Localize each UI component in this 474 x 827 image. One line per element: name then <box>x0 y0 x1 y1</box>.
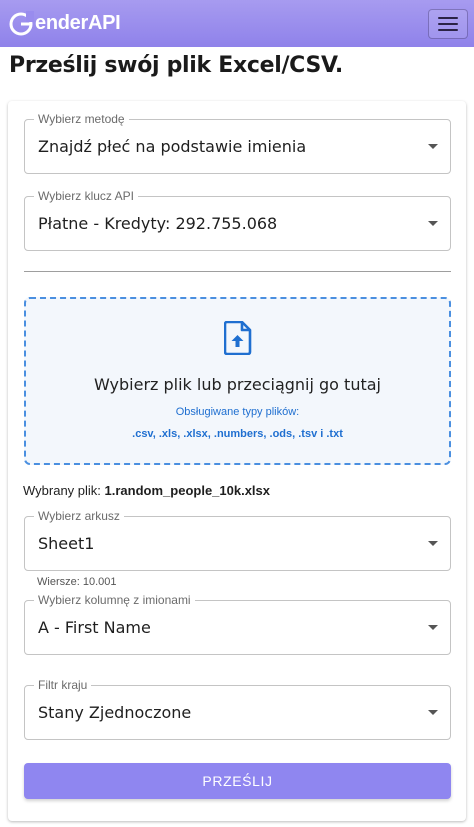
selected-file-name: 1.random_people_10k.xlsx <box>104 483 271 498</box>
menu-line <box>438 28 458 31</box>
dropdown-arrow-icon <box>428 710 438 715</box>
country-filter-value: Stany Zjednoczone <box>38 703 192 722</box>
dropdown-arrow-icon <box>428 144 438 149</box>
genderapi-logo[interactable]: enderAPI <box>8 10 121 37</box>
dropdown-arrow-icon <box>428 221 438 226</box>
api-key-select[interactable]: Wybierz klucz API Płatne - Kredyty: 292.… <box>24 188 451 251</box>
menu-line <box>438 22 458 25</box>
dropdown-arrow-icon <box>428 541 438 546</box>
name-column-select-value: A - First Name <box>38 618 151 637</box>
method-select[interactable]: Wybierz metodę Znajdź płeć na podstawie … <box>24 111 451 174</box>
dropdown-arrow-icon <box>428 625 438 630</box>
page-title: Prześlij swój plik Excel/CSV. <box>9 53 343 78</box>
dropzone-supported-label: Obsługiwane typy plików: <box>175 406 300 418</box>
hamburger-menu-button[interactable] <box>428 8 468 39</box>
sheet-select-value: Sheet1 <box>38 534 95 553</box>
api-key-select-value: Płatne - Kredyty: 292.755.068 <box>38 214 278 233</box>
country-filter-select[interactable]: Filtr kraju Stany Zjednoczone <box>24 677 451 740</box>
logo-g-icon <box>9 10 34 35</box>
submit-button[interactable]: PRZEŚLIJ <box>24 763 451 799</box>
selected-file-info: Wybrany plik: 1.random_people_10k.xlsx <box>23 483 270 498</box>
name-column-select[interactable]: Wybierz kolumnę z imionami A - First Nam… <box>24 592 451 655</box>
sheet-select[interactable]: Wybierz arkusz Sheet1 <box>24 508 451 571</box>
top-app-bar: enderAPI <box>0 0 474 47</box>
divider <box>24 271 451 272</box>
method-select-value: Znajdź płeć na podstawie imienia <box>38 137 307 156</box>
dropzone-main-text: Wybierz plik lub przeciągnij go tutaj <box>93 375 381 394</box>
dropzone-supported-types: .csv, .xls, .xlsx, .numbers, .ods, .tsv … <box>132 428 343 440</box>
logo-text: enderAPI <box>35 12 121 34</box>
menu-line <box>438 16 458 19</box>
upload-form-card: Wybierz metodę Znajdź płeć na podstawie … <box>8 101 466 821</box>
file-dropzone[interactable]: Wybierz plik lub przeciągnij go tutaj Ob… <box>24 297 451 465</box>
rows-count-text: Wiersze: 10.001 <box>37 576 117 588</box>
file-upload-icon <box>224 321 252 355</box>
selected-file-label: Wybrany plik: <box>23 483 101 498</box>
